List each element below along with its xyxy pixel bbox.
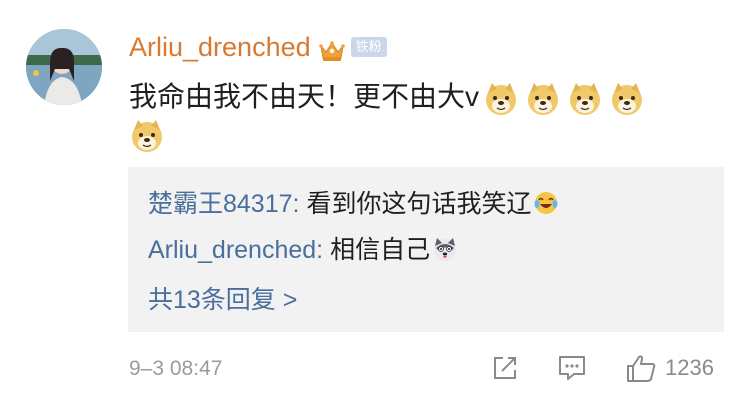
- comment-header: Arliu_drenched 铁粉: [129, 30, 387, 64]
- reply-box[interactable]: 楚霸王84317: 看到你这句话我笑辽 Arliu_drenched: 相信自己…: [128, 167, 724, 332]
- husky-emoji: [434, 238, 457, 261]
- more-replies-link[interactable]: 共13条回复 >: [148, 284, 297, 316]
- laughing-tears-emoji: [534, 192, 558, 214]
- reply-item[interactable]: Arliu_drenched: 相信自己: [148, 234, 458, 266]
- doge-emoji: [570, 82, 601, 115]
- comment-body: 我命由我不由天！更不由大v: [129, 76, 689, 118]
- doge-emoji: [486, 82, 517, 115]
- reply-text: 相信自己: [330, 236, 431, 264]
- comment-timestamp: 9–3 08:47: [129, 357, 223, 380]
- thumbs-up-icon: [627, 355, 656, 382]
- doge-emoji: [528, 82, 559, 115]
- reply-author[interactable]: Arliu_drenched: [148, 236, 316, 264]
- avatar[interactable]: [26, 29, 102, 105]
- comment-text: 我命由我不由天！更不由大v: [129, 81, 480, 112]
- doge-emoji: [612, 82, 643, 115]
- doge-emoji: [132, 120, 162, 152]
- share-button[interactable]: [491, 352, 519, 384]
- reply-author[interactable]: 楚霸王84317: [148, 190, 293, 218]
- crown-icon: [318, 36, 345, 61]
- reply-separator: :: [292, 190, 307, 218]
- like-button[interactable]: 1236: [625, 352, 714, 384]
- share-icon: [494, 357, 516, 379]
- reply-separator: :: [316, 236, 331, 264]
- comment-button[interactable]: [557, 352, 587, 384]
- username[interactable]: Arliu_drenched: [129, 30, 311, 64]
- reply-text: 看到你这句话我笑辽: [306, 190, 532, 218]
- comment-icon: [559, 356, 585, 380]
- fan-badge: 铁粉: [350, 37, 387, 57]
- reply-item[interactable]: 楚霸王84317: 看到你这句话我笑辽: [148, 188, 559, 220]
- like-count: 1236: [665, 355, 714, 380]
